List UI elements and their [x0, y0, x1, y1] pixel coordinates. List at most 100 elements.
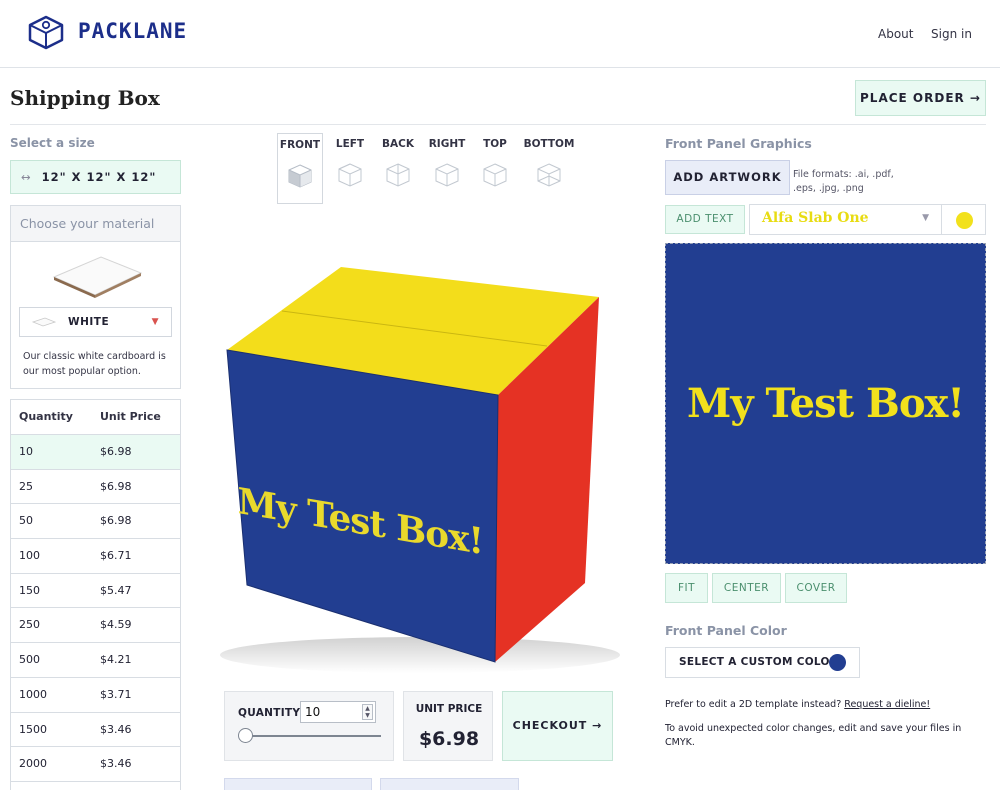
page-title: Shipping Box	[10, 86, 160, 110]
select-custom-color-button[interactable]: SELECT A CUSTOM COLOR	[665, 647, 860, 678]
front-panel-graphics-label: Front Panel Graphics	[665, 136, 812, 151]
quantity-label: QUANTITY	[238, 707, 301, 719]
quantity-slider-handle[interactable]	[238, 728, 253, 743]
row-quantity: 1000	[19, 687, 47, 701]
cube-front-icon	[288, 164, 312, 188]
row-quantity: 50	[19, 514, 33, 528]
price-row[interactable]: 1000 $3.71	[11, 678, 180, 713]
cmyk-note: To avoid unexpected color changes, edit …	[665, 723, 962, 748]
row-price: $3.71	[100, 687, 132, 701]
request-dieline-link[interactable]: Request a dieline!	[844, 699, 930, 710]
price-row[interactable]: 50 $6.98	[11, 504, 180, 540]
tab-top[interactable]: TOP	[472, 133, 518, 204]
row-price: $3.46	[100, 722, 132, 736]
tab-back-label: BACK	[382, 138, 414, 150]
quantity-input[interactable]: 10 ▲ ▼	[300, 701, 376, 723]
row-price: $3.46	[100, 757, 132, 771]
center-button[interactable]: CENTER	[712, 573, 781, 603]
place-order-button[interactable]: PLACE ORDER →	[855, 80, 986, 116]
tab-left[interactable]: LEFT	[327, 133, 373, 204]
tab-front-label: FRONT	[279, 139, 321, 151]
price-row[interactable]: 100 $6.71	[11, 539, 180, 574]
cube-left-icon	[338, 163, 362, 187]
view-tabs: FRONT LEFT BACK RIGHT TOP BOTTOM	[277, 133, 577, 204]
unit-price-value: $6.98	[418, 728, 480, 750]
price-row[interactable]: 250 $4.59	[11, 608, 180, 644]
material-panel: Choose your material WHITE ▼ Our classic…	[10, 205, 181, 389]
front-panel-color-label: Front Panel Color	[665, 623, 787, 638]
box-shadow	[220, 637, 620, 673]
unit-price-panel: UNIT PRICE $6.98	[403, 691, 493, 761]
add-text-button[interactable]: ADD TEXT	[665, 205, 745, 234]
row-price: $6.71	[100, 549, 132, 563]
nav-about-link[interactable]: About	[878, 27, 913, 41]
row-quantity: 10	[19, 445, 33, 458]
price-row[interactable]: 500 $4.21	[11, 643, 180, 678]
price-row[interactable]: 25 $6.98	[11, 470, 180, 505]
price-row[interactable]: 1500 $3.46	[11, 713, 180, 748]
row-quantity: 25	[19, 479, 33, 493]
font-dropdown[interactable]: Alfa Slab One ▼	[749, 204, 942, 235]
quantity-slider-track[interactable]	[240, 735, 381, 737]
row-price: $6.98	[100, 445, 132, 458]
row-price: $6.98	[100, 479, 132, 493]
dropdown-caret-icon: ▼	[151, 317, 159, 327]
font-name: Alfa Slab One	[762, 210, 869, 226]
row-quantity: 150	[19, 583, 40, 597]
row-quantity: 1500	[19, 722, 47, 736]
size-select-button[interactable]: ↔ 12" X 12" X 12"	[10, 160, 181, 194]
row-quantity: 2000	[19, 757, 47, 771]
cube-back-icon	[386, 163, 410, 187]
quantity-panel: QUANTITY 10 ▲ ▼	[224, 691, 394, 761]
size-value: 12" X 12" X 12"	[41, 170, 157, 184]
row-quantity: 500	[19, 653, 40, 667]
row-quantity: 250	[19, 618, 40, 632]
brand-name[interactable]: PACKLANE	[78, 19, 187, 43]
tab-back[interactable]: BACK	[375, 133, 421, 204]
price-table-header: Quantity Unit Price	[11, 400, 180, 435]
white-material-swatch-icon	[32, 317, 56, 327]
cube-right-icon	[435, 163, 459, 187]
price-row[interactable]: 2000 $3.46	[11, 747, 180, 782]
top-nav-bar: PACKLANE About Sign in	[0, 0, 1000, 68]
tab-right-label: RIGHT	[428, 138, 466, 150]
row-quantity: 100	[19, 549, 40, 563]
bottom-tab[interactable]	[380, 778, 519, 790]
material-description: Our classic white cardboard is our most …	[23, 351, 166, 377]
dieline-note: Prefer to edit a 2D template instead? Re…	[665, 698, 985, 712]
material-heading: Choose your material	[11, 206, 180, 242]
bottom-tab[interactable]	[224, 778, 372, 790]
checkout-button[interactable]: CHECKOUT →	[502, 691, 613, 761]
quantity-spinner-icon[interactable]: ▲ ▼	[362, 704, 373, 720]
tab-front[interactable]: FRONT	[277, 133, 323, 204]
front-panel-canvas[interactable]: My Test Box!	[665, 243, 986, 564]
tab-right[interactable]: RIGHT	[424, 133, 470, 204]
cardboard-sample-image	[52, 256, 143, 298]
divider	[10, 124, 986, 125]
material-selected-label: WHITE	[68, 316, 110, 328]
quantity-value: 10	[305, 705, 321, 719]
price-row[interactable]: 150 $5.47	[11, 574, 180, 609]
packlane-logo-icon[interactable]	[26, 13, 66, 53]
quantity-column-header: Quantity	[19, 410, 73, 423]
text-color-swatch-icon	[956, 212, 973, 229]
row-price: $6.98	[100, 514, 132, 528]
material-dropdown[interactable]: WHITE ▼	[19, 307, 172, 337]
cover-button[interactable]: COVER	[785, 573, 847, 603]
file-formats-note: File formats: .ai, .pdf, .eps, .jpg, .pn…	[793, 169, 894, 194]
row-price: $4.21	[100, 653, 132, 667]
box-3d-preview[interactable]: My Test Box!	[190, 215, 650, 680]
canvas-text[interactable]: My Test Box!	[687, 380, 965, 427]
tab-left-label: LEFT	[335, 138, 365, 150]
tab-top-label: TOP	[483, 138, 507, 150]
fit-button[interactable]: FIT	[665, 573, 708, 603]
cube-top-icon	[483, 163, 507, 187]
nav-sign-in-link[interactable]: Sign in	[931, 27, 972, 41]
add-artwork-button[interactable]: ADD ARTWORK	[665, 160, 790, 195]
row-price: $5.47	[100, 583, 132, 597]
text-color-picker[interactable]	[941, 204, 986, 235]
tab-bottom[interactable]: BOTTOM	[521, 133, 577, 204]
dieline-note-text: Prefer to edit a 2D template instead?	[665, 699, 842, 710]
price-row[interactable]: 10 $6.98	[11, 435, 180, 470]
select-size-label: Select a size	[10, 136, 95, 150]
